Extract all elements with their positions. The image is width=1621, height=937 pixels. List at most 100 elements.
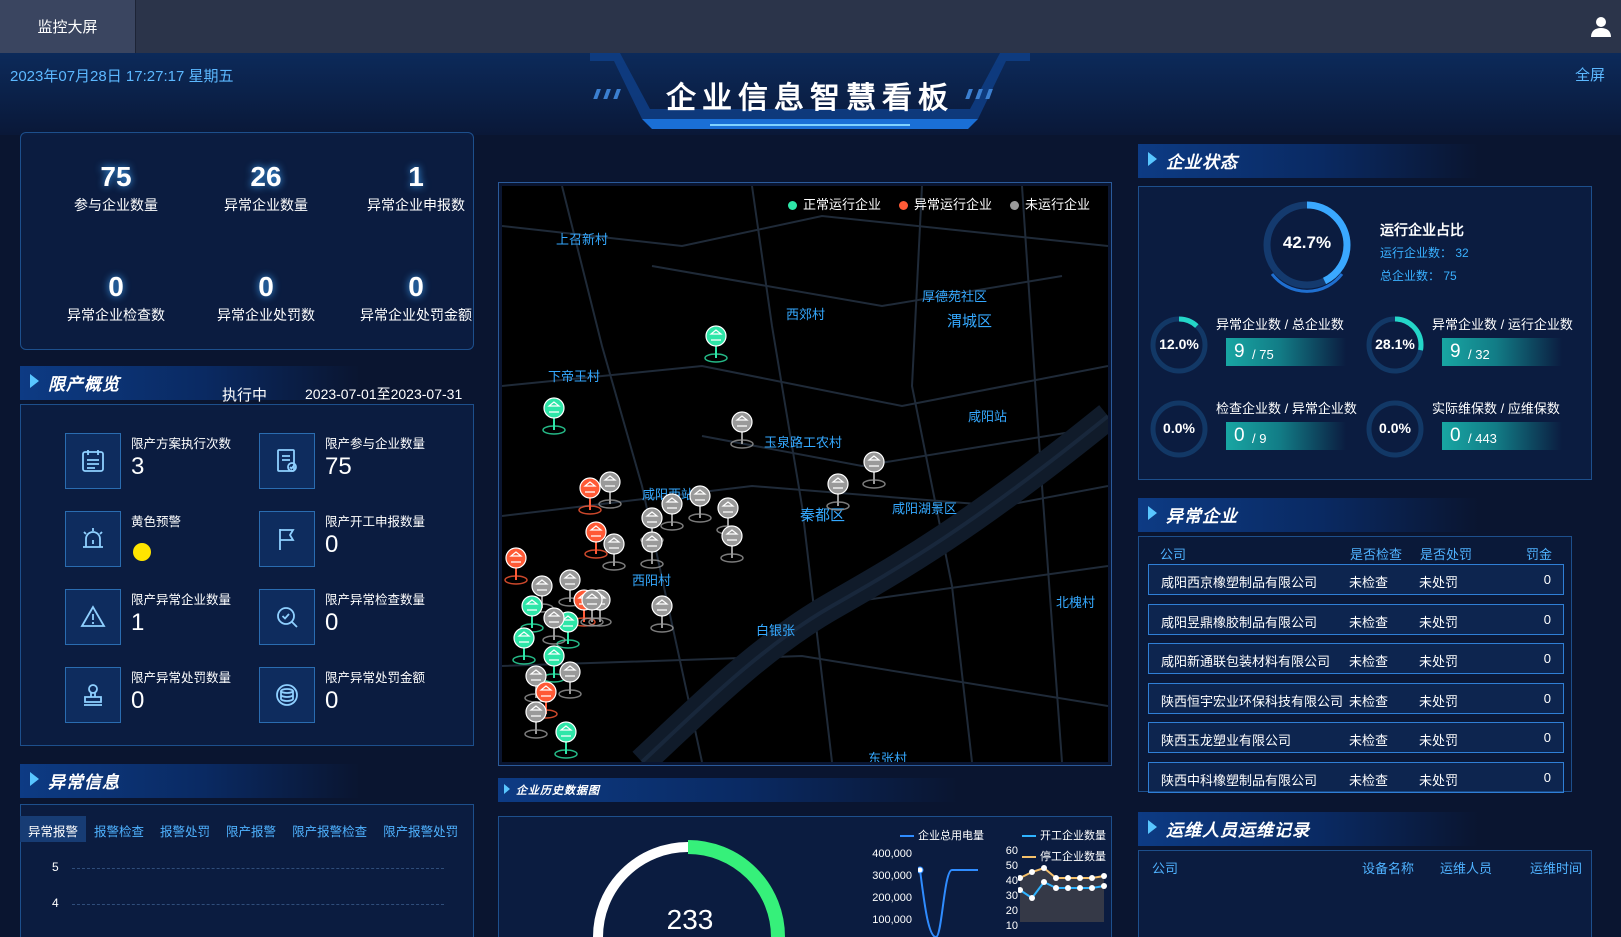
- enterprise-marker[interactable]: [720, 524, 744, 564]
- limit-item-label: 限产异常检查数量: [325, 593, 426, 607]
- limit-item-penalty-amount: 限产异常处罚金额 0: [259, 667, 449, 727]
- enterprise-marker[interactable]: [688, 484, 712, 524]
- enterprise-marker[interactable]: [558, 660, 582, 700]
- pin-icon: [580, 589, 604, 627]
- chevron-right-icon: [1148, 152, 1157, 166]
- pin-icon: [688, 485, 712, 523]
- limit-item-label: 黄色预警: [131, 515, 182, 529]
- limit-item-value: 0: [325, 531, 339, 558]
- pin-icon: [704, 325, 728, 363]
- ratio-card: 0.0% 检查企业数 / 异常企业数 0 / 9: [1148, 398, 1368, 468]
- gauge-value: 233: [666, 904, 714, 935]
- column-header-device: 设备名称: [1362, 861, 1415, 876]
- enterprise-marker[interactable]: [512, 626, 536, 666]
- enterprise-marker[interactable]: [542, 396, 566, 436]
- tab-monitor-screen[interactable]: 监控大屏: [0, 0, 136, 53]
- enterprise-marker[interactable]: [580, 588, 604, 628]
- map-place-label: 西阳村: [632, 573, 672, 588]
- enterprise-marker[interactable]: [504, 546, 528, 586]
- enterprise-marker[interactable]: [542, 606, 566, 646]
- ratio-bar: 9 / 75: [1226, 338, 1346, 366]
- user-icon[interactable]: [1589, 14, 1613, 38]
- ratio-info: 实际维保数 / 应维保数 0 / 443: [1432, 398, 1592, 458]
- map-legend: 正常运行企业 异常运行企业 未运行企业: [787, 194, 1090, 213]
- tick-label: 300,000: [872, 870, 912, 882]
- tab-abnormal-alarm[interactable]: 异常报警: [20, 816, 87, 842]
- pin-icon: [504, 547, 528, 585]
- enterprise-marker[interactable]: [862, 450, 886, 490]
- legend-dot: [787, 201, 797, 211]
- ratio-label: 检查企业数 / 异常企业数: [1216, 401, 1357, 416]
- electricity-line: [918, 866, 978, 937]
- column-header-fine: 罚金: [1526, 547, 1553, 562]
- table-row[interactable]: 咸阳新通联包装材料有限公司 未检查 未处罚 0: [1148, 643, 1564, 674]
- table-row[interactable]: 咸阳西京橡塑制品有限公司 未检查 未处罚 0: [1148, 564, 1564, 595]
- tab-limit-alarm-check[interactable]: 限产报警检查: [284, 816, 375, 842]
- map-place-label: 厚德苑社区: [922, 289, 988, 304]
- table-row[interactable]: 陕西恒宇宏业环保科技有限公司 未检查 未处罚 0: [1148, 682, 1564, 714]
- limit-item-label: 限产参与企业数量: [325, 437, 426, 451]
- pin-icon: [640, 531, 664, 569]
- table-row[interactable]: 陕西玉龙塑业有限公司 未检查 未处罚 0: [1148, 722, 1564, 753]
- legend-dot: [898, 201, 908, 211]
- main-ratio-percent: 42.7%: [1282, 233, 1332, 252]
- left-axis-ticks: 400,000 300,000 200,000 100,000: [872, 843, 912, 931]
- ratio-percent: 0.0%: [1163, 420, 1195, 436]
- map-place-label: 咸阳站: [968, 409, 1008, 424]
- cell-checked: 未检查: [1349, 733, 1389, 748]
- ratio-bar: 9 / 32: [1442, 338, 1562, 366]
- abnormal-enterprise-header: 异常企业: [1138, 494, 1592, 534]
- column-header-company: 公司: [1160, 547, 1187, 562]
- fullscreen-link[interactable]: 全屏: [1575, 64, 1605, 85]
- table-row[interactable]: 陕西中科橡塑制品有限公司 未检查 未处罚 0: [1148, 761, 1564, 793]
- enterprise-marker[interactable]: [554, 720, 578, 760]
- tab-alarm-penalty[interactable]: 报警处罚: [152, 816, 218, 842]
- enterprise-marker[interactable]: [640, 530, 664, 570]
- legend-electricity: 企业总用电量: [900, 827, 984, 843]
- pin-icon: [862, 451, 886, 489]
- section-title: 运维人员运维记录: [1166, 821, 1310, 840]
- cell-company: 陕西中科橡塑制品有限公司: [1161, 772, 1318, 788]
- enterprise-marker[interactable]: [730, 410, 754, 450]
- enterprise-marker[interactable]: [826, 472, 850, 512]
- tab-alarm-check[interactable]: 报警检查: [86, 816, 152, 842]
- stat-value: 0: [258, 271, 274, 302]
- limit-item-value: 0: [325, 609, 339, 636]
- enterprise-marker[interactable]: [650, 594, 674, 634]
- tab-limit-alarm-penalty[interactable]: 限产报警处罚: [375, 816, 466, 842]
- column-header-company: 公司: [1152, 861, 1179, 876]
- tick-label: 200,000: [872, 892, 912, 904]
- chevron-right-icon: [504, 784, 510, 794]
- enterprise-marker[interactable]: [602, 532, 626, 572]
- pin-icon: [602, 533, 626, 571]
- warning-icon: [65, 589, 121, 645]
- legend-label: 正常运行企业: [802, 197, 881, 212]
- enterprise-marker[interactable]: [598, 470, 622, 510]
- search-check-icon: [259, 589, 315, 645]
- maintenance-header: 运维人员运维记录: [1138, 808, 1592, 848]
- chevron-right-icon: [1148, 506, 1157, 520]
- limit-item-label: 限产方案执行次数: [131, 437, 232, 451]
- ratio-info: 异常企业数 / 总企业数 9 / 75: [1216, 314, 1376, 374]
- table-row[interactable]: 咸阳昱鼎橡胶制品有限公司 未检查 未处罚 0: [1148, 603, 1564, 635]
- enterprise-marker[interactable]: [524, 700, 548, 740]
- cell-checked: 未检查: [1349, 575, 1389, 590]
- tab-limit-alarm[interactable]: 限产报警: [218, 816, 284, 842]
- map-view[interactable]: 正常运行企业 异常运行企业 未运行企业 上召新村 西郊村 厚德苑社区 渭城区 下…: [502, 186, 1108, 762]
- limit-item-value: 0: [325, 687, 339, 714]
- map-place-label: 下帝王村: [548, 369, 601, 384]
- cell-penalized: 未处罚: [1419, 654, 1459, 669]
- limit-overview-header: 限产概览 执行中 2023-07-01至2023-07-31: [20, 362, 474, 404]
- map-roads: [502, 186, 1108, 762]
- stat-abnormal-penalty-amount: 0 异常企业处罚金额: [341, 271, 491, 325]
- stat-abnormal: 26 异常企业数量: [191, 161, 341, 215]
- tick-label: 20: [1005, 905, 1018, 917]
- gridline: [72, 904, 444, 905]
- limit-item-abnormal-penalties: 限产异常处罚数量 0: [65, 667, 255, 727]
- calendar-icon: [65, 433, 121, 489]
- enterprise-status-header: 企业状态: [1138, 140, 1592, 180]
- enterprise-marker[interactable]: [704, 324, 728, 364]
- cell-company: 咸阳昱鼎橡胶制品有限公司: [1161, 614, 1318, 630]
- running-label: 运行企业数：: [1380, 246, 1453, 260]
- limit-item-start-report: 限产开工申报数量 0: [259, 511, 449, 571]
